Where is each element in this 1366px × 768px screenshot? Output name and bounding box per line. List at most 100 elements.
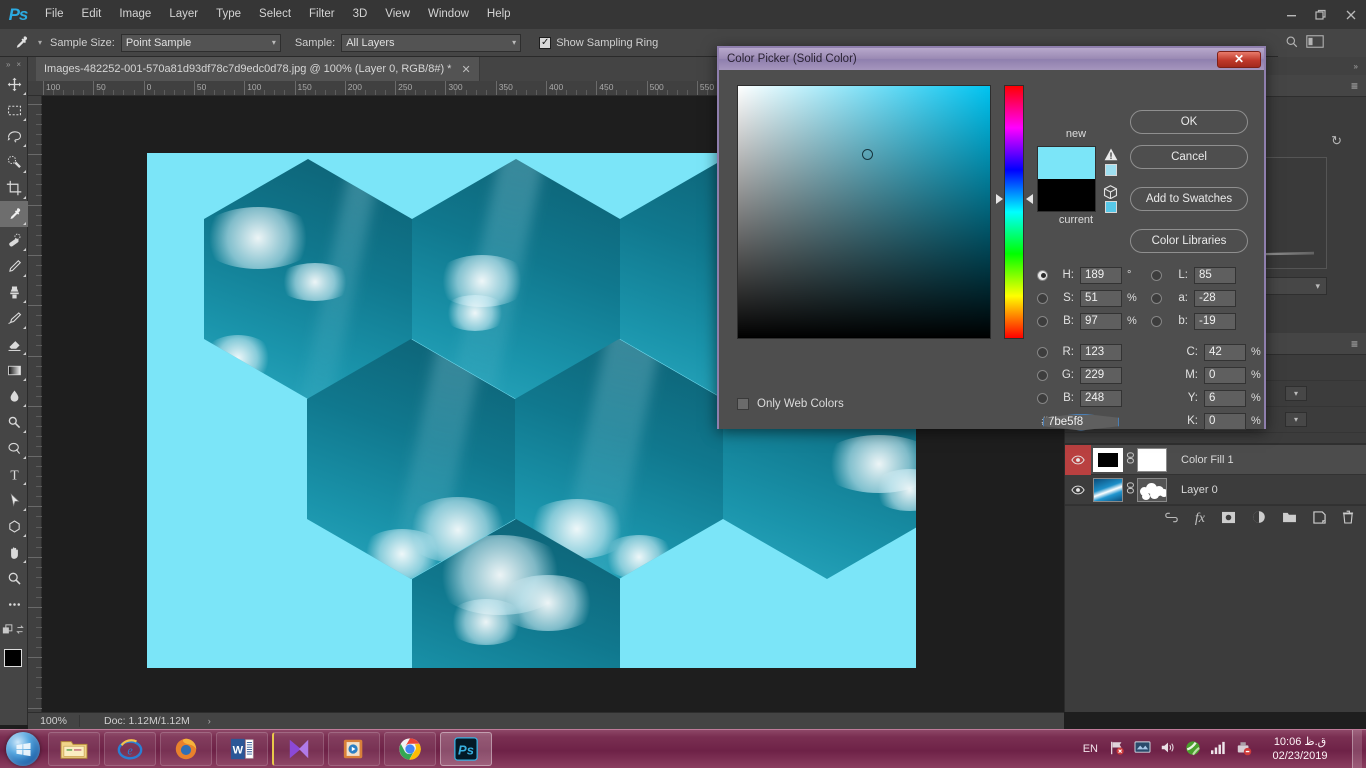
zoom-level-field[interactable]: 100% [28,715,80,727]
properties-dropdown-1[interactable]: ▾ [1285,386,1307,401]
toolbar-collapse-button[interactable]: » × [0,57,27,71]
menu-layer[interactable]: Layer [160,0,207,29]
taskbar-item-file-explorer[interactable] [48,732,100,766]
radio-a[interactable] [1151,292,1162,304]
m-input[interactable]: 0 [1204,366,1246,384]
radio-b[interactable] [1037,392,1048,404]
b-input[interactable]: 97 [1080,312,1122,330]
hex-input[interactable]: 7be5f8 [1043,413,1119,431]
new-layer-icon[interactable] [1313,510,1326,527]
spot-healing-brush-tool[interactable] [0,227,28,253]
safely-remove-icon[interactable] [1236,740,1252,759]
horizontal-type-tool[interactable]: T [0,461,28,487]
properties-dropdown-2[interactable]: ▾ [1285,412,1307,427]
a-input[interactable]: -28 [1194,289,1236,307]
blur-tool[interactable] [0,383,28,409]
ok-button[interactable]: OK [1130,110,1248,134]
language-indicator[interactable]: EN [1083,743,1100,755]
layer-mask-link-icon[interactable] [1123,452,1137,467]
dodge-tool[interactable] [0,409,28,435]
layer-row[interactable]: Layer 0 [1065,475,1366,505]
menu-filter[interactable]: Filter [300,0,344,29]
web-safe-swatch[interactable] [1105,201,1117,213]
layer-row[interactable]: Color Fill 1 [1065,444,1366,475]
menu-image[interactable]: Image [110,0,160,29]
menu-type[interactable]: Type [207,0,250,29]
quick-selection-tool[interactable] [0,149,28,175]
tool-preset-chevron-icon[interactable]: ▾ [36,38,50,47]
b-input[interactable]: 248 [1080,389,1122,407]
color-selection-marker[interactable] [862,149,873,160]
menu-window[interactable]: Window [419,0,478,29]
color-picker-dialog[interactable]: Color Picker (Solid Color) ✕ Only Web Co… [717,46,1266,431]
k-input[interactable]: 0 [1204,412,1246,430]
start-button[interactable] [0,730,46,768]
hand-tool[interactable] [0,539,28,565]
layer-mask-thumbnail[interactable] [1137,477,1167,502]
edit-toolbar-tool[interactable] [0,591,28,617]
eraser-tool[interactable] [0,331,28,357]
minimize-button[interactable] [1276,0,1306,29]
path-selection-tool[interactable] [0,487,28,513]
new-adjustment-layer-icon[interactable] [1252,510,1266,527]
move-tool[interactable] [0,71,28,97]
rectangular-marquee-tool[interactable] [0,97,28,123]
layer-visibility-toggle[interactable] [1065,444,1091,475]
sharing-icon[interactable] [1185,740,1201,759]
menu-3d[interactable]: 3D [344,0,377,29]
menu-file[interactable]: File [36,0,73,29]
polygon-tool[interactable] [0,513,28,539]
eyedropper-tool[interactable] [0,201,28,227]
menu-select[interactable]: Select [250,0,300,29]
vertical-ruler[interactable] [28,96,42,768]
hue-slider-handle-right-icon[interactable] [1026,194,1033,204]
link-layers-icon[interactable] [1164,512,1179,526]
radio-g[interactable] [1037,369,1048,381]
radio-r[interactable] [1037,346,1048,358]
quick-mask-and-screenmode[interactable] [0,617,28,643]
r-input[interactable]: 123 [1080,343,1122,361]
gamut-warning-swatch[interactable] [1105,164,1117,176]
new-group-icon[interactable] [1282,511,1297,526]
network-screen-icon[interactable] [1134,740,1151,758]
layer-style-fx-icon[interactable]: fx [1195,511,1205,527]
gamut-warning-triangle-icon[interactable] [1104,148,1118,161]
document-tab-close-icon[interactable]: ✕ [461,63,470,76]
delete-layer-icon[interactable] [1342,510,1354,527]
taskbar-item-photoshop[interactable]: Ps [440,732,492,766]
radio-b[interactable] [1037,315,1048,327]
volume-icon[interactable] [1160,740,1176,758]
layer-mask-thumbnail[interactable] [1137,447,1167,472]
taskbar-item-word[interactable]: W [216,732,268,766]
l-input[interactable]: 85 [1194,266,1236,284]
add-layer-mask-icon[interactable] [1221,511,1236,527]
sample-select[interactable]: All Layers ▾ [341,33,522,52]
radio-b[interactable] [1151,315,1162,327]
web-safe-cube-icon[interactable] [1103,185,1118,199]
menu-edit[interactable]: Edit [73,0,111,29]
y-input[interactable]: 6 [1204,389,1246,407]
panel-menu-icon[interactable]: ≡ [1351,79,1358,93]
zoom-tool[interactable] [0,565,28,591]
restore-button[interactable] [1306,0,1336,29]
color-libraries-button[interactable]: Color Libraries [1130,229,1248,253]
hue-slider[interactable] [1004,85,1024,339]
signal-icon[interactable] [1210,740,1227,758]
s-input[interactable]: 51 [1080,289,1122,307]
reset-icon[interactable]: ↻ [1331,133,1342,149]
taskbar-item-chrome[interactable] [384,732,436,766]
layer-visibility-toggle[interactable] [1065,475,1091,505]
menu-view[interactable]: View [376,0,419,29]
gradient-tool[interactable] [0,357,28,383]
taskbar-item-movie-maker[interactable] [272,732,324,766]
flag-action-center-icon[interactable] [1109,740,1125,759]
color-picker-titlebar[interactable]: Color Picker (Solid Color) ✕ [719,48,1264,70]
history-brush-tool[interactable] [0,305,28,331]
document-tab[interactable]: Images-482252-001-570a81d93df78c7d9edc0d… [36,57,480,81]
hue-slider-handle-left-icon[interactable] [996,194,1003,204]
menu-help[interactable]: Help [478,0,520,29]
cancel-button[interactable]: Cancel [1130,145,1248,169]
taskbar-item-firefox[interactable] [160,732,212,766]
show-desktop-button[interactable] [1352,729,1362,768]
color-picker-close-button[interactable]: ✕ [1217,50,1261,68]
